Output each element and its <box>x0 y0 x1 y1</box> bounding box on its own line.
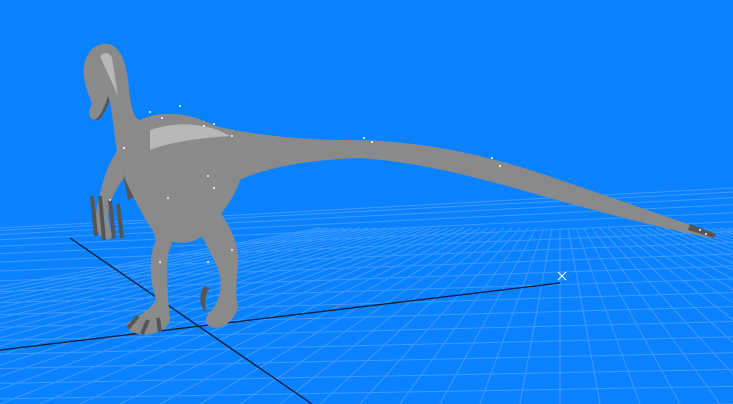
3d-viewport[interactable] <box>0 0 733 404</box>
dotted-handle-icon[interactable] <box>179 105 181 107</box>
dotted-handle-icon[interactable] <box>699 229 701 231</box>
dotted-handle-icon[interactable] <box>491 157 493 159</box>
dotted-handle-icon[interactable] <box>207 175 209 177</box>
dotted-handle-icon[interactable] <box>203 125 205 127</box>
viewport-canvas[interactable] <box>0 0 733 404</box>
dotted-handle-icon[interactable] <box>213 187 215 189</box>
dotted-handle-icon[interactable] <box>231 249 233 251</box>
dotted-handle-icon[interactable] <box>167 197 169 199</box>
dotted-handle-icon[interactable] <box>161 117 163 119</box>
dotted-handle-icon[interactable] <box>109 199 111 201</box>
dotted-handle-icon[interactable] <box>207 261 209 263</box>
dotted-handle-icon[interactable] <box>231 135 233 137</box>
dotted-handle-icon[interactable] <box>363 137 365 139</box>
dotted-handle-icon[interactable] <box>705 233 707 235</box>
dotted-handle-icon[interactable] <box>499 165 501 167</box>
dotted-handle-icon[interactable] <box>213 123 215 125</box>
dotted-handle-icon[interactable] <box>123 147 125 149</box>
dotted-handle-icon[interactable] <box>371 141 373 143</box>
dotted-handle-icon[interactable] <box>159 261 161 263</box>
dotted-handle-icon[interactable] <box>149 111 151 113</box>
